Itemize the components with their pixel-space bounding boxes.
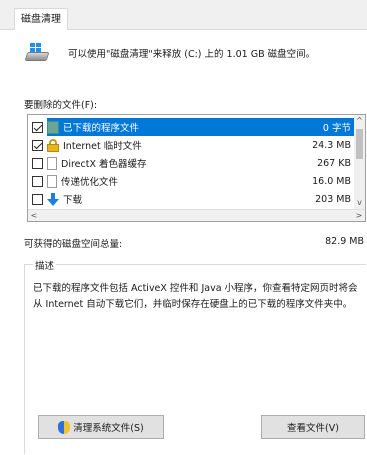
description-title: 描述 xyxy=(33,258,57,272)
lock-icon xyxy=(47,138,59,152)
files-listbox[interactable]: 已下载的程序文件 0 字节 Internet 临时文件 24.3 MB Dire… xyxy=(27,114,366,222)
description-text: 已下载的程序文件包括 ActiveX 控件和 Java 小程序，你查看特定网页时… xyxy=(33,283,358,310)
checkbox[interactable] xyxy=(32,139,43,151)
view-files-button[interactable]: 查看文件(V) xyxy=(261,415,365,439)
vertical-scrollbar[interactable]: ^ v xyxy=(354,115,365,209)
list-item[interactable]: 传递优化文件 16.0 MB xyxy=(28,172,355,190)
scroll-left-icon[interactable]: < xyxy=(28,210,40,221)
clean-system-files-label: 清理系统文件(S) xyxy=(73,423,144,434)
total-space-label: 可获得的磁盘空间总量: xyxy=(24,239,123,250)
checkbox[interactable] xyxy=(32,193,43,205)
document-icon xyxy=(47,156,57,170)
checkbox[interactable] xyxy=(32,121,43,133)
list-item[interactable]: DirectX 着色器缓存 267 KB xyxy=(28,154,355,172)
checkbox[interactable] xyxy=(32,175,43,187)
document-icon xyxy=(47,174,57,188)
scroll-thumb[interactable] xyxy=(356,129,363,159)
scroll-right-icon[interactable]: > xyxy=(353,210,365,221)
download-arrow-icon xyxy=(47,192,59,206)
checkbox[interactable] xyxy=(32,157,43,169)
tab-disk-cleanup[interactable]: 磁盘清理 xyxy=(14,8,68,31)
list-item[interactable]: 已下载的程序文件 0 字节 xyxy=(28,118,355,136)
info-row: 可以使用"磁盘清理"来释放 (C:) 上的 1.01 GB 磁盘空间。 xyxy=(24,42,316,64)
list-item[interactable]: 下载 203 MB xyxy=(28,190,355,208)
view-files-label: 查看文件(V) xyxy=(287,423,339,434)
clean-system-files-button[interactable]: 清理系统文件(S) xyxy=(38,415,164,439)
tab-strip: 磁盘清理 xyxy=(0,0,367,31)
total-space-row: 可获得的磁盘空间总量: 82.9 MB xyxy=(24,236,364,250)
horizontal-scrollbar[interactable]: < > xyxy=(28,209,365,221)
files-to-delete-label: 要删除的文件(F): xyxy=(24,100,98,111)
scroll-up-icon[interactable]: ^ xyxy=(354,115,365,127)
info-text: 可以使用"磁盘清理"来释放 (C:) 上的 1.01 GB 磁盘空间。 xyxy=(68,49,316,60)
scroll-down-icon[interactable]: v xyxy=(354,197,365,209)
shield-icon xyxy=(58,420,71,434)
list-item[interactable]: Internet 临时文件 24.3 MB xyxy=(28,136,355,154)
total-space-value: 82.9 MB xyxy=(325,236,364,247)
drive-icon xyxy=(24,43,50,63)
program-files-icon xyxy=(47,120,59,134)
